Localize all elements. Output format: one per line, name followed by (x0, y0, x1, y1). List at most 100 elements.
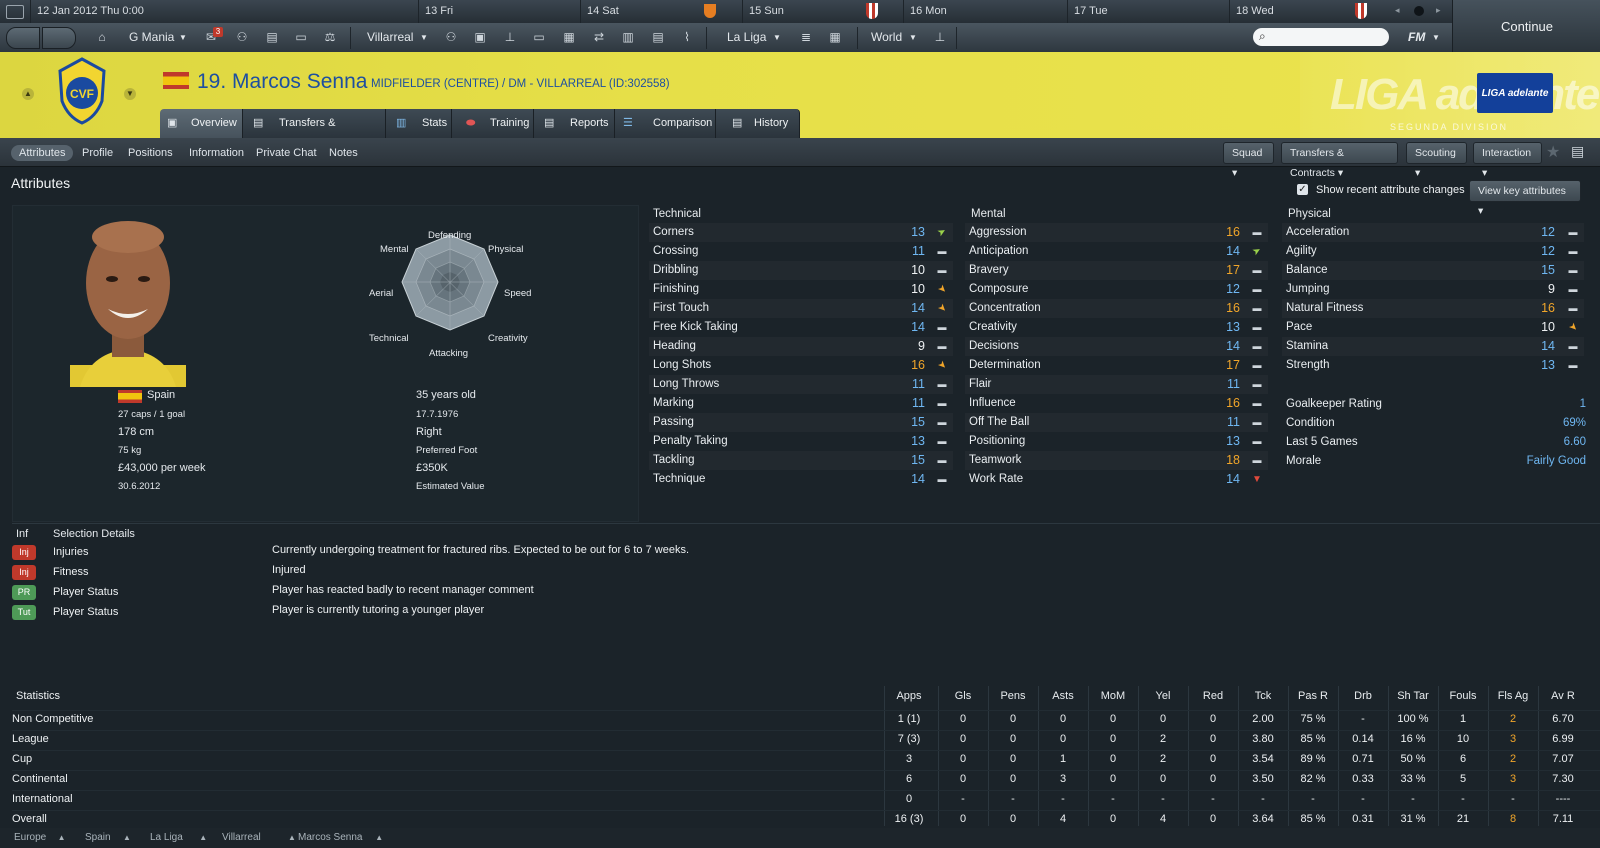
attribute-name[interactable]: Agility (1286, 242, 1317, 261)
attribute-name[interactable]: Technique (653, 470, 705, 489)
expand-down-icon[interactable]: ▼ (124, 88, 136, 100)
status-badge[interactable]: Inj (12, 545, 36, 560)
tab-transfers-contracts[interactable]: ▤ Transfers & Contracts (243, 109, 386, 158)
attribute-name[interactable]: Composure (969, 280, 1028, 299)
attribute-name[interactable]: Dribbling (653, 261, 698, 280)
back-button[interactable] (6, 27, 40, 49)
subnav-profile[interactable]: Profile (82, 145, 113, 161)
attribute-name[interactable]: Corners (653, 223, 694, 242)
attribute-name[interactable]: Aggression (969, 223, 1027, 242)
club-crest-icon[interactable]: CVF (56, 57, 108, 125)
interaction-dropdown[interactable]: Interaction ▾ (1473, 142, 1542, 179)
attribute-name[interactable]: Crossing (653, 242, 698, 261)
attribute-name[interactable]: Bravery (969, 261, 1009, 280)
attribute-name[interactable]: Finishing (653, 280, 699, 299)
calendar-day[interactable]: 16 Mon (903, 0, 1060, 23)
star-icon[interactable]: ★ (1546, 142, 1560, 162)
attribute-name[interactable]: Natural Fitness (1286, 299, 1363, 318)
tab-stats[interactable]: ▥ Stats (386, 109, 452, 138)
training-icon[interactable]: ⊥ (502, 30, 518, 44)
calendar-next-icon[interactable]: ▸ (1436, 5, 1441, 16)
breadcrumb-item[interactable]: La Liga (150, 832, 183, 843)
nationality[interactable]: Spain (147, 389, 175, 401)
attribute-name[interactable]: Strength (1286, 356, 1329, 375)
stats-column-header[interactable]: Asts (1039, 690, 1087, 702)
attribute-name[interactable]: Influence (969, 394, 1016, 413)
show-changes-checkbox[interactable]: ✓ (1297, 184, 1308, 195)
staff-icon[interactable]: ⚇ (234, 30, 250, 44)
expand-up-icon[interactable]: ▲ (22, 88, 34, 100)
attribute-name[interactable]: Off The Ball (969, 413, 1029, 432)
attribute-name[interactable]: Pace (1286, 318, 1312, 337)
stats-column-header[interactable]: Fls Ag (1489, 690, 1537, 702)
stats-column-header[interactable]: Drb (1339, 690, 1387, 702)
chevron-up-icon[interactable]: ▲ (375, 833, 383, 842)
home-icon[interactable]: ⌂ (94, 30, 110, 44)
subnav-attributes[interactable]: Attributes (11, 145, 74, 161)
attribute-name[interactable]: Flair (969, 375, 991, 394)
attribute-name[interactable]: Concentration (969, 299, 1041, 318)
attribute-name[interactable]: Anticipation (969, 242, 1028, 261)
scales-icon[interactable]: ⚖ (322, 30, 338, 44)
squad-dropdown[interactable]: Squad ▾ (1223, 142, 1274, 179)
attribute-name[interactable]: Passing (653, 413, 694, 432)
attribute-name[interactable]: Determination (969, 356, 1041, 375)
list-icon[interactable]: ≣ (798, 30, 814, 44)
briefcase-icon[interactable]: ▭ (293, 30, 309, 44)
attribute-name[interactable]: Creativity (969, 318, 1017, 337)
scouting-dropdown[interactable]: Scouting ▾ (1406, 142, 1467, 179)
tab-overview[interactable]: ▣ Overview (160, 109, 243, 138)
menu-icon[interactable] (6, 5, 24, 19)
attribute-name[interactable]: Tackling (653, 451, 695, 470)
attribute-name[interactable]: Free Kick Taking (653, 318, 738, 337)
calendar-dot-icon[interactable] (1414, 6, 1424, 16)
transfers-icon[interactable]: ⇄ (591, 30, 607, 44)
chevron-up-icon[interactable]: ▲ (199, 833, 207, 842)
search-input[interactable]: ⌕ (1253, 28, 1389, 46)
finances-icon[interactable]: ▤ (650, 30, 666, 44)
status-badge[interactable]: Inj (12, 565, 36, 580)
attribute-name[interactable]: Work Rate (969, 470, 1023, 489)
club-menu[interactable]: Villarreal (367, 23, 413, 52)
chevron-down-icon[interactable]: ▼ (773, 23, 781, 52)
fm-menu[interactable]: FM (1408, 23, 1425, 52)
clipboard-icon[interactable]: ▤ (264, 30, 280, 44)
calendar-day[interactable]: 13 Fri (418, 0, 575, 23)
chevron-down-icon[interactable]: ▼ (909, 23, 917, 52)
stats-column-header[interactable]: Av R (1539, 690, 1587, 702)
attribute-name[interactable]: Acceleration (1286, 223, 1349, 242)
chevron-down-icon[interactable]: ▼ (1432, 23, 1440, 52)
stats-column-header[interactable]: MoM (1089, 690, 1137, 702)
calendar-prev-icon[interactable]: ◂ (1395, 5, 1400, 16)
stats-column-header[interactable]: Pens (989, 690, 1037, 702)
chevron-up-icon[interactable]: ▲ (123, 833, 131, 842)
squad-icon[interactable]: ⚇ (443, 30, 459, 44)
notes-icon[interactable]: ▤ (1571, 143, 1584, 160)
competition-menu[interactable]: La Liga (727, 23, 766, 52)
breadcrumb-item[interactable]: Spain (85, 832, 111, 843)
calendar-day[interactable]: 17 Tue (1067, 0, 1224, 23)
view-key-attributes-dropdown[interactable]: View key attributes ▾ (1469, 180, 1581, 217)
world-icon[interactable]: ⊥ (932, 30, 948, 44)
attribute-name[interactable]: First Touch (653, 299, 709, 318)
show-changes-label[interactable]: Show recent attribute changes (1316, 184, 1465, 196)
attribute-name[interactable]: Positioning (969, 432, 1025, 451)
subnav-private-chat[interactable]: Private Chat (256, 145, 317, 161)
chevron-up-icon[interactable]: ▲ (288, 833, 296, 842)
kit-icon[interactable]: ▥ (620, 30, 636, 44)
tab-history[interactable]: ▤ History (716, 109, 800, 138)
attribute-name[interactable]: Jumping (1286, 280, 1329, 299)
league-logo[interactable]: LIGA adelante (1477, 73, 1553, 113)
current-date[interactable]: 12 Jan 2012 Thu 0:00 (30, 0, 412, 23)
stats-column-header[interactable]: Red (1189, 690, 1237, 702)
attribute-name[interactable]: Teamwork (969, 451, 1021, 470)
chevron-down-icon[interactable]: ▼ (179, 23, 187, 52)
attribute-name[interactable]: Stamina (1286, 337, 1328, 356)
status-badge[interactable]: PR (12, 585, 36, 600)
table-icon[interactable]: ▦ (827, 30, 843, 44)
attribute-name[interactable]: Long Shots (653, 356, 711, 375)
breadcrumb-item[interactable]: Europe (14, 832, 46, 843)
tactics-icon[interactable]: ▣ (472, 30, 488, 44)
subnav-positions[interactable]: Positions (128, 145, 173, 161)
subnav-information[interactable]: Information (189, 145, 244, 161)
